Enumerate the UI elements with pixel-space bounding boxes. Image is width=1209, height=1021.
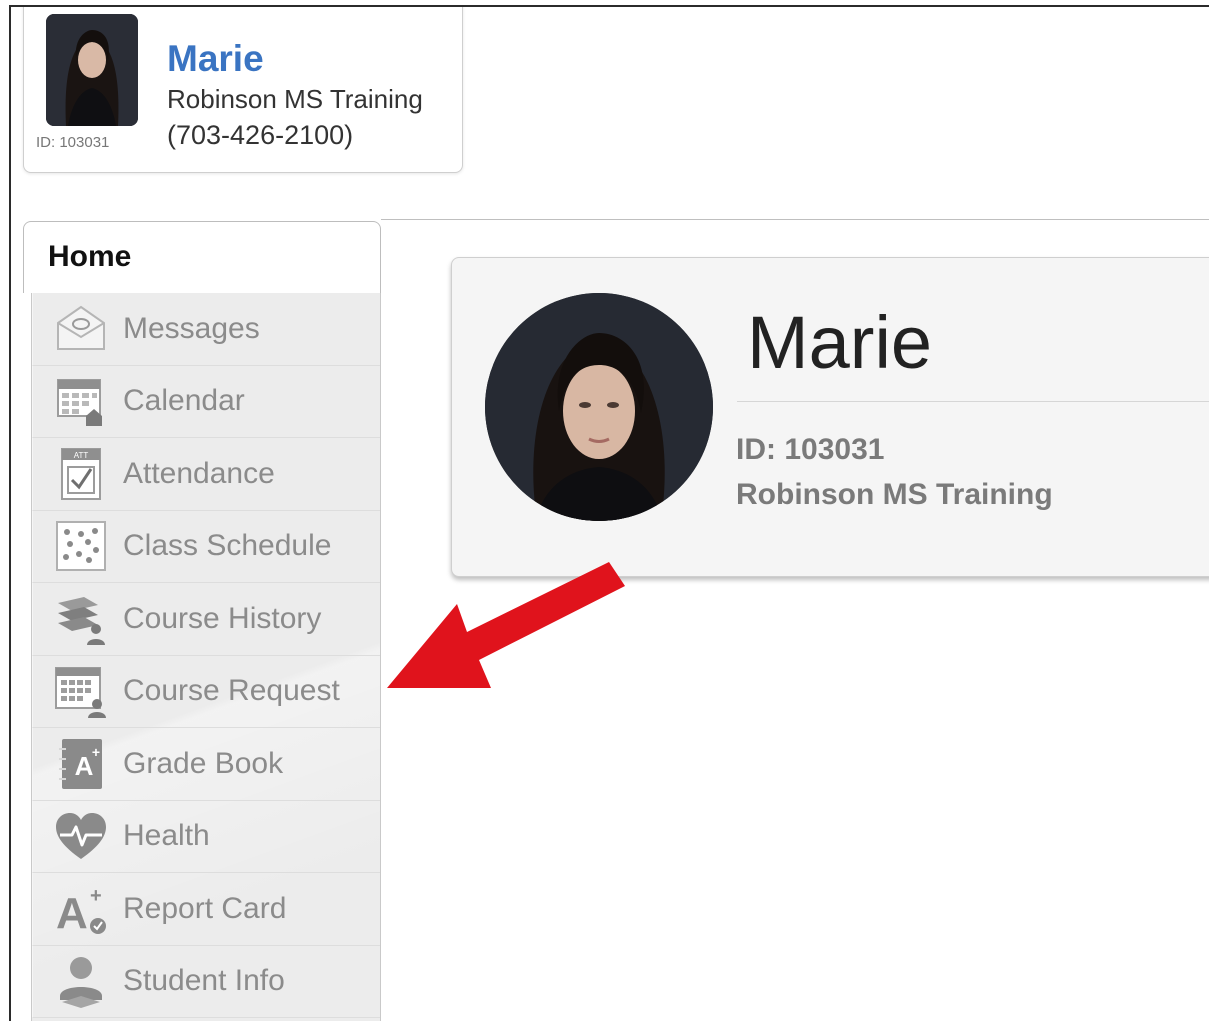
sidebar-item-student-info[interactable]: Student Info	[32, 945, 380, 1018]
sidebar-item-course-history[interactable]: Course History	[32, 583, 380, 656]
sidebar-item-calendar[interactable]: Calendar	[32, 365, 380, 438]
student-info-icon	[53, 953, 109, 1009]
svg-text:A: A	[56, 889, 88, 936]
tab-home-label: Home	[48, 240, 132, 273]
profile-photo	[485, 293, 713, 521]
sidebar-item-attendance[interactable]: ATT Attendance	[32, 438, 380, 511]
svg-text:A: A	[75, 751, 94, 781]
sidebar-nav: Messages Calendar ATT Attendance Class S…	[31, 292, 381, 1021]
course-request-icon	[53, 663, 109, 719]
profile-id: ID: 103031	[736, 433, 885, 466]
sidebar-item-grade-book[interactable]: A + Grade Book	[32, 728, 380, 801]
sidebar-item-label: Course History	[123, 601, 322, 635]
svg-text:+: +	[90, 885, 102, 907]
student-id-label: ID: 103031	[36, 134, 110, 151]
sidebar-item-course-request[interactable]: Course Request	[32, 655, 380, 728]
student-school: Robinson MS Training	[167, 84, 423, 114]
course-history-icon	[53, 591, 109, 647]
profile-name: Marie	[747, 301, 933, 384]
sidebar-item-label: Attendance	[123, 456, 275, 490]
sidebar-item-label: Course Request	[123, 674, 340, 708]
svg-text:+: +	[92, 744, 100, 760]
heart-pulse-icon	[53, 808, 109, 864]
envelope-icon	[53, 301, 109, 357]
profile-school: Robinson MS Training	[736, 478, 1053, 511]
schedule-icon	[53, 518, 109, 574]
divider	[737, 401, 1209, 402]
report-card-icon: A +	[53, 881, 109, 937]
tab-divider	[381, 219, 1209, 220]
sidebar-item-health[interactable]: Health	[32, 800, 380, 873]
sidebar-item-label: Calendar	[123, 384, 245, 418]
student-phone: (703-426-2100)	[167, 120, 354, 150]
app-frame: ID: 103031 Marie Robinson MS Training (7…	[9, 5, 1209, 1021]
student-name-link[interactable]: Marie	[167, 38, 264, 80]
calendar-icon	[53, 373, 109, 429]
sidebar-item-label: Report Card	[123, 891, 287, 925]
sidebar-item-label: Messages	[123, 311, 260, 345]
sidebar-item-label: Student Info	[123, 964, 285, 998]
sidebar-item-messages[interactable]: Messages	[32, 293, 380, 366]
sidebar-item-label: Grade Book	[123, 746, 284, 780]
profile-panel: Marie ID: 103031 Robinson MS Training	[451, 257, 1209, 577]
sidebar-item-label: Health	[123, 819, 210, 853]
student-photo-thumbnail	[46, 14, 138, 126]
svg-text:ATT: ATT	[74, 451, 89, 460]
annotation-arrow	[387, 562, 625, 688]
sidebar-item-report-card[interactable]: A + Report Card	[32, 873, 380, 946]
grade-book-icon: A +	[53, 736, 109, 792]
sidebar-item-class-schedule[interactable]: Class Schedule	[32, 510, 380, 583]
sidebar-item-label: Class Schedule	[123, 529, 332, 563]
tab-home[interactable]: Home	[23, 221, 381, 293]
student-card[interactable]: ID: 103031 Marie Robinson MS Training (7…	[23, 7, 463, 173]
attendance-icon: ATT	[53, 446, 109, 502]
